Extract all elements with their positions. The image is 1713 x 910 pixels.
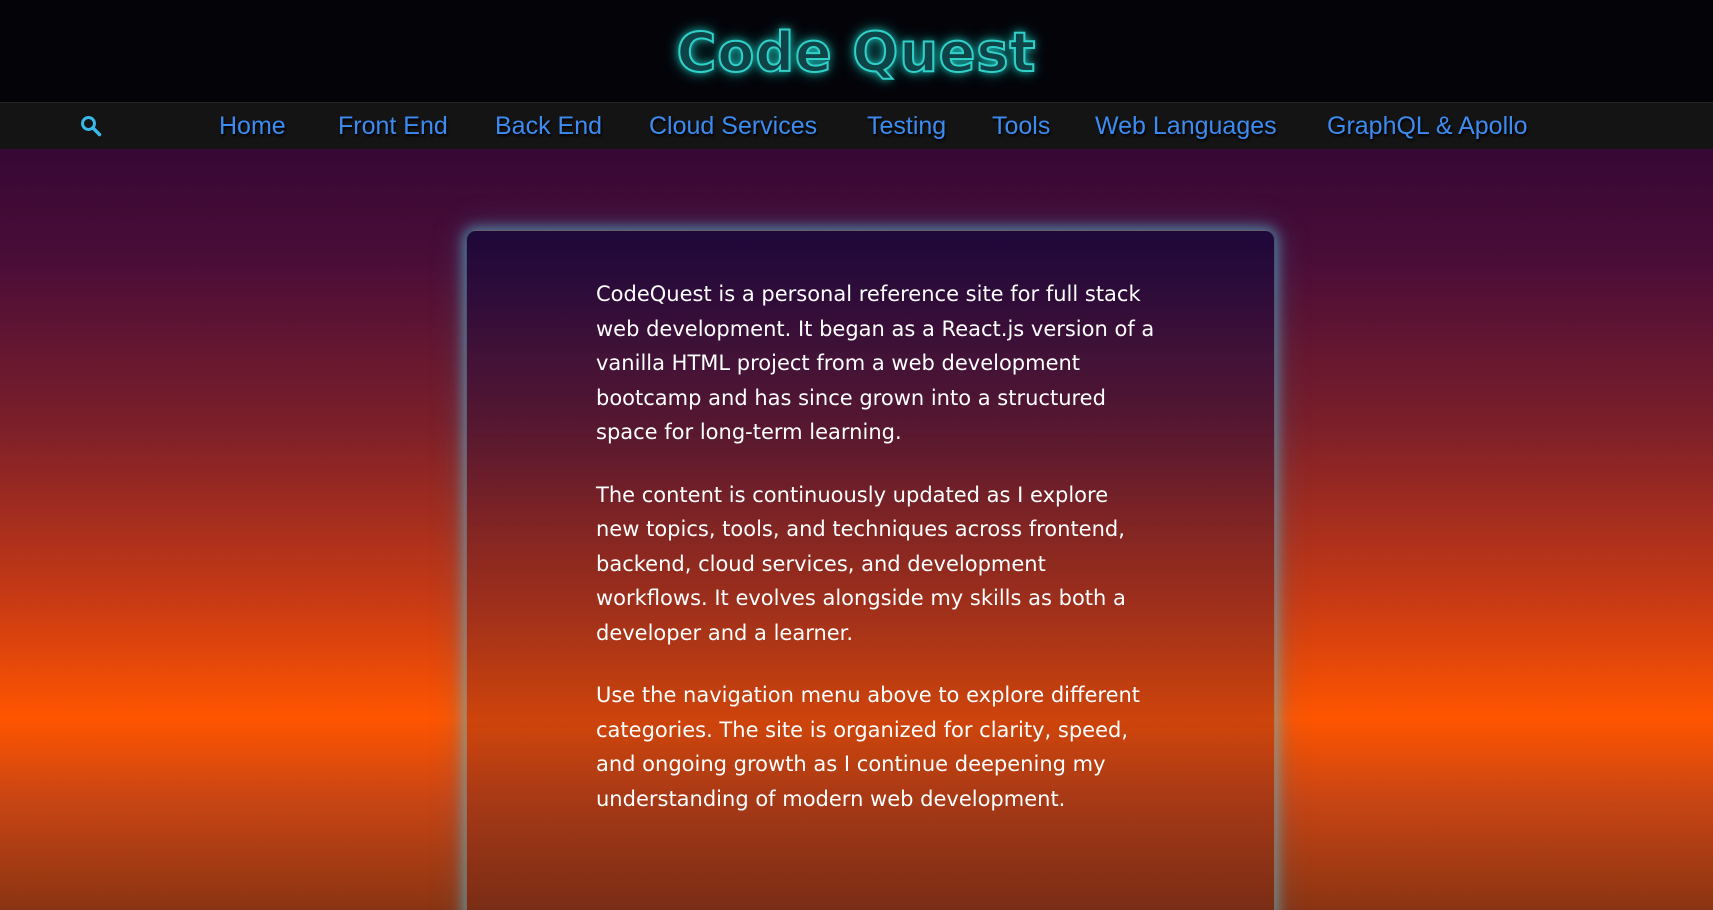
- intro-paragraph: Use the navigation menu above to explore…: [596, 683, 1141, 811]
- site-title[interactable]: Code Quest: [0, 18, 1713, 88]
- nav-link-graphql-apollo[interactable]: GraphQL & Apollo: [1327, 111, 1528, 141]
- intro-card: CodeQuest is a personal reference site f…: [466, 230, 1275, 910]
- nav-link-cloud-services[interactable]: Cloud Services: [649, 111, 817, 141]
- main-navbar: Home Front End Back End Cloud Services T…: [0, 102, 1713, 149]
- intro-paragraph: CodeQuest is a personal reference site f…: [596, 282, 1155, 444]
- intro-paragraph: The content is continuously updated as I…: [596, 482, 1126, 645]
- intro-text: CodeQuest is a personal reference site f…: [596, 277, 1156, 844]
- nav-link-back-end[interactable]: Back End: [495, 111, 602, 141]
- nav-links: Home Front End Back End Cloud Services T…: [0, 103, 1713, 149]
- nav-link-testing[interactable]: Testing: [867, 111, 946, 141]
- nav-link-web-languages[interactable]: Web Languages: [1095, 111, 1277, 141]
- nav-link-tools[interactable]: Tools: [992, 111, 1050, 141]
- site-header: Code Quest: [0, 0, 1713, 102]
- nav-link-front-end[interactable]: Front End: [338, 111, 448, 141]
- nav-link-home[interactable]: Home: [219, 111, 286, 141]
